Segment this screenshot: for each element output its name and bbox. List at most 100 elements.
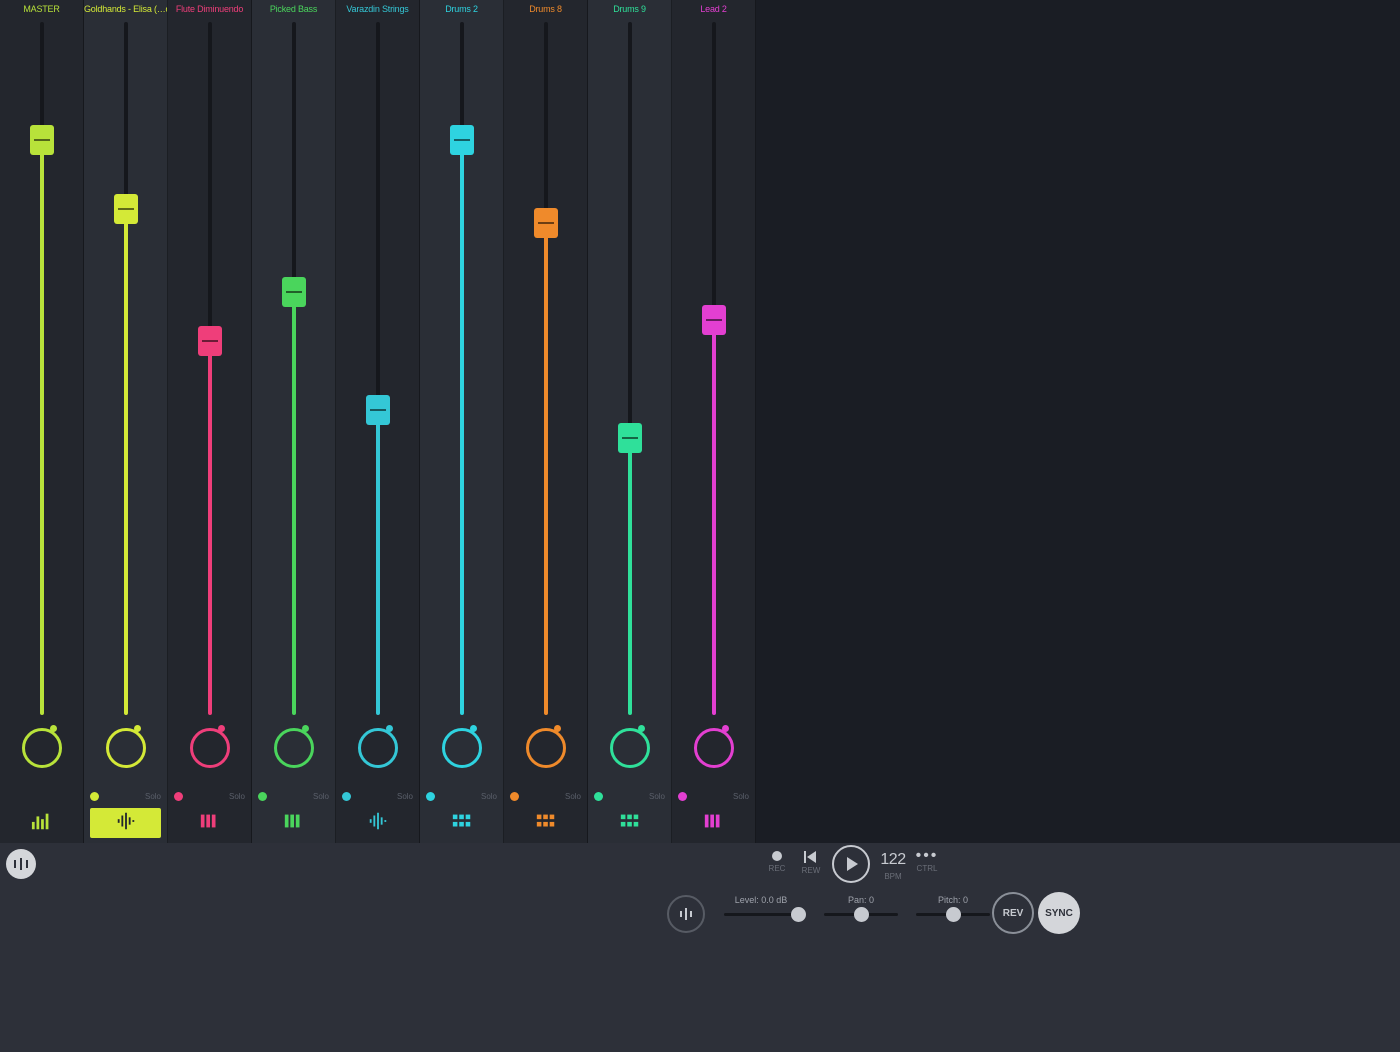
solo-button[interactable]: Solo [733, 792, 749, 801]
bpm-value: 122 [880, 851, 905, 869]
channel-type-button[interactable] [510, 808, 581, 838]
solo-button[interactable]: Solo [565, 792, 581, 801]
mute-button[interactable] [174, 792, 183, 801]
channel-name[interactable]: Varazdin Strings [336, 4, 419, 14]
fader[interactable] [712, 22, 716, 715]
channel-master: MASTER [0, 0, 84, 843]
fader[interactable] [544, 22, 548, 715]
fader-handle[interactable] [282, 277, 306, 307]
piano-icon [703, 812, 725, 835]
solo-button[interactable]: Solo [145, 792, 161, 801]
solo-button[interactable]: Solo [313, 792, 329, 801]
pan-knob[interactable] [694, 728, 734, 768]
fader-handle[interactable] [534, 208, 558, 238]
fader-handle[interactable] [114, 194, 138, 224]
channel-strip: Picked Bass Solo [252, 0, 336, 843]
fader[interactable] [628, 22, 632, 715]
channel-type-button[interactable] [426, 808, 497, 838]
channel-name[interactable]: Drums 2 [420, 4, 503, 14]
record-label: REC [769, 864, 786, 873]
level-slider[interactable]: Level: 0.0 dB [724, 895, 798, 916]
pan-knob[interactable] [274, 728, 314, 768]
pan-slider[interactable]: Pan: 0 [824, 895, 898, 916]
mixer-panel: MASTERGoldhands - Elisa (…ocal)SoloFlute… [0, 0, 1400, 843]
fader-handle[interactable] [30, 125, 54, 155]
mute-button[interactable] [594, 792, 603, 801]
channel-type-button[interactable] [6, 808, 77, 838]
fader-handle[interactable] [198, 326, 222, 356]
channel-type-button[interactable] [174, 808, 245, 838]
solo-button[interactable]: Solo [649, 792, 665, 801]
solo-button[interactable]: Solo [481, 792, 497, 801]
pan-knob[interactable] [106, 728, 146, 768]
channel-type-button[interactable] [678, 808, 749, 838]
rewind-button[interactable]: REW [796, 851, 826, 875]
waveform-icon [115, 812, 137, 835]
mute-button[interactable] [678, 792, 687, 801]
channel-strip: Varazdin Strings Solo [336, 0, 420, 843]
more-icon: ••• [916, 851, 939, 861]
channel-type-button[interactable] [90, 808, 161, 838]
pan-knob[interactable] [22, 728, 62, 768]
solo-button[interactable]: Solo [397, 792, 413, 801]
level-label: Level: 0.0 dB [735, 895, 788, 905]
pan-knob[interactable] [190, 728, 230, 768]
fader[interactable] [292, 22, 296, 715]
solo-button[interactable]: Solo [229, 792, 245, 801]
selected-channel-icon-button[interactable] [667, 895, 705, 933]
pads-icon [619, 812, 641, 835]
piano-icon [199, 812, 221, 835]
fader[interactable] [124, 22, 128, 715]
piano-icon [283, 812, 305, 835]
fader-handle[interactable] [702, 305, 726, 335]
channel-type-button[interactable] [258, 808, 329, 838]
fader-handle[interactable] [450, 125, 474, 155]
bpm-label: BPM [884, 872, 901, 881]
mute-button[interactable] [426, 792, 435, 801]
pan-knob[interactable] [610, 728, 650, 768]
fader-handle[interactable] [618, 423, 642, 453]
channel-strip: Goldhands - Elisa (…ocal) Solo [84, 0, 168, 843]
channel-name[interactable]: Drums 9 [588, 4, 671, 14]
mute-button[interactable] [510, 792, 519, 801]
pitch-slider[interactable]: Pitch: 0 [916, 895, 990, 916]
ctrl-menu-button[interactable]: ••• CTRL [912, 851, 942, 873]
fader[interactable] [208, 22, 212, 715]
channel-name[interactable]: Flute Diminuendo [168, 4, 251, 14]
pan-knob[interactable] [358, 728, 398, 768]
channel-strip: Drums 2 Solo [420, 0, 504, 843]
channel-strip: Drums 9 Solo [588, 0, 672, 843]
record-icon [772, 851, 782, 861]
channel-name[interactable]: Lead 2 [672, 4, 755, 14]
bpm-display[interactable]: 122 BPM [876, 851, 910, 881]
channel-type-button[interactable] [594, 808, 665, 838]
pan-knob[interactable] [442, 728, 482, 768]
channel-name[interactable]: MASTER [0, 4, 83, 14]
channel-name[interactable]: Drums 8 [504, 4, 587, 14]
pan-label: Pan: 0 [848, 895, 874, 905]
channel-name[interactable]: Picked Bass [252, 4, 335, 14]
channel-strip: Flute Diminuendo Solo [168, 0, 252, 843]
rewind-icon [804, 851, 818, 863]
fader-handle[interactable] [366, 395, 390, 425]
eq-bars-icon [31, 812, 53, 835]
mixer-toggle-button[interactable] [6, 849, 36, 879]
play-icon [847, 857, 858, 871]
record-button[interactable]: REC [762, 851, 792, 873]
pan-knob[interactable] [526, 728, 566, 768]
pads-icon [451, 812, 473, 835]
pitch-label: Pitch: 0 [938, 895, 968, 905]
channel-strip: Lead 2 Solo [672, 0, 756, 843]
mute-button[interactable] [342, 792, 351, 801]
mute-button[interactable] [90, 792, 99, 801]
reverse-button[interactable]: REV [992, 892, 1034, 934]
ctrl-label: CTRL [917, 864, 938, 873]
mute-button[interactable] [258, 792, 267, 801]
transport-bar: REC REW 122 BPM ••• CTRL Level: 0.0 dB [0, 843, 1400, 1052]
channel-type-button[interactable] [342, 808, 413, 838]
play-button[interactable] [830, 845, 872, 883]
channel-name[interactable]: Goldhands - Elisa (…ocal) [84, 4, 167, 14]
sync-button[interactable]: SYNC [1038, 892, 1080, 934]
fader[interactable] [376, 22, 380, 715]
waveform-icon [685, 908, 687, 920]
